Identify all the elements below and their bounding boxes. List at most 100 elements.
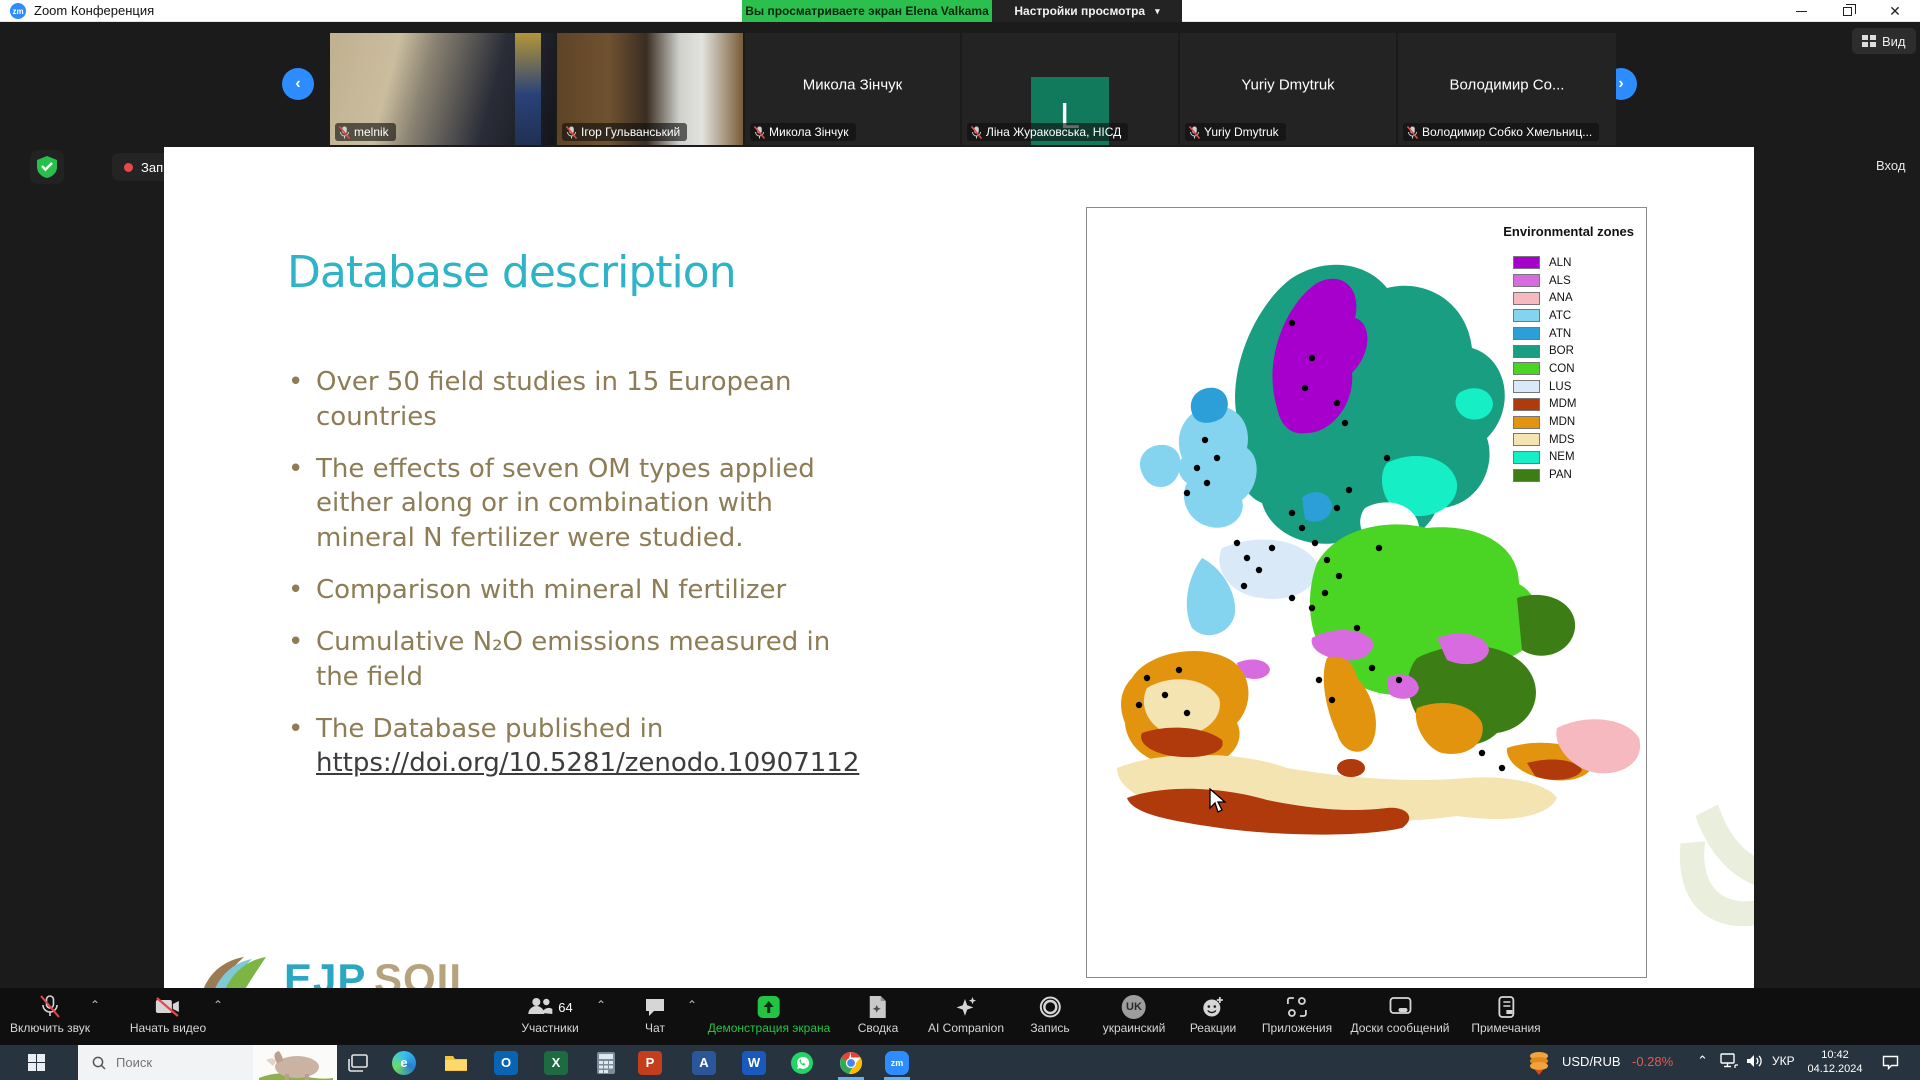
taskbar-search[interactable] — [78, 1045, 337, 1080]
whatsapp-icon[interactable] — [782, 1045, 822, 1080]
chat-label: Чат — [645, 1021, 665, 1035]
environmental-zones-map-panel: Environmental zones ALNALSANAATCATNBORCO… — [1086, 207, 1647, 978]
clock-time: 10:42 — [1802, 1048, 1868, 1062]
view-layout-button[interactable]: Вид — [1852, 28, 1916, 54]
share-screen-button[interactable]: Демонстрация экрана — [708, 994, 831, 1035]
legend-swatch — [1513, 398, 1540, 411]
scroll-left-button[interactable]: ‹ — [282, 68, 314, 100]
chrome-icon[interactable] — [831, 1045, 871, 1080]
notifications-icon[interactable] — [1882, 1055, 1899, 1075]
whiteboards-button[interactable]: Доски сообщений — [1350, 994, 1449, 1035]
entry-link[interactable]: Вход — [1876, 158, 1905, 173]
legend-row: ALS — [1513, 272, 1576, 290]
powerpoint-icon[interactable]: P — [630, 1045, 670, 1080]
ai-companion-label: AI Companion — [928, 1021, 1004, 1035]
search-input[interactable] — [114, 1054, 244, 1071]
interpretation-button[interactable]: UK украинский — [1103, 994, 1166, 1035]
legend-swatch — [1513, 292, 1540, 305]
legend-label: LUS — [1549, 381, 1571, 393]
participants-chevron[interactable]: ⌃ — [596, 998, 606, 1012]
legend-swatch — [1513, 433, 1540, 446]
participant-label: Ліна Жураковська, НІСД — [967, 123, 1128, 141]
leaf-logo-icon — [192, 949, 270, 988]
restore-button[interactable] — [1830, 0, 1864, 22]
network-icon[interactable] — [1720, 1053, 1738, 1074]
start-video-button[interactable]: Начать видео — [130, 994, 206, 1035]
search-highlight-image-rhino — [253, 1045, 337, 1080]
participant-display-name: Микола Зінчук — [745, 76, 960, 93]
chat-chevron[interactable]: ⌃ — [687, 998, 697, 1012]
view-settings-button[interactable]: Настройки просмотра ▾ — [992, 0, 1182, 22]
participant-tile-lina[interactable]: L Ліна Жураковська, НІСД — [962, 33, 1178, 145]
start-video-label: Начать видео — [130, 1021, 206, 1035]
participant-name: Володимир Собко Хмельниц... — [1422, 125, 1592, 139]
minimize-button[interactable] — [1784, 0, 1818, 22]
unmute-label: Включить звук — [10, 1021, 90, 1035]
task-view-icon[interactable] — [338, 1045, 378, 1080]
participant-label: Ігор Гульванський — [562, 123, 687, 141]
participant-label: Володимир Собко Хмельниц... — [1403, 123, 1599, 141]
legend-swatch — [1513, 362, 1540, 375]
participants-icon: 64 — [527, 994, 572, 1020]
reactions-label: Реакции — [1190, 1021, 1236, 1035]
participant-name: Ігор Гульванський — [581, 125, 680, 139]
grid-view-icon — [1862, 35, 1876, 47]
participant-tile-mykola[interactable]: Микола Зінчук Микола Зінчук — [745, 33, 960, 145]
participant-tile-yuriy[interactable]: Yuriy Dmytruk Yuriy Dmytruk — [1180, 33, 1396, 145]
taskbar-clock[interactable]: 10:42 04.12.2024 — [1802, 1048, 1868, 1076]
ticker-coin-icon[interactable] — [1522, 1045, 1556, 1080]
search-icon — [92, 1056, 106, 1070]
participant-tile-igor[interactable]: Ігор Гульванський — [557, 33, 743, 145]
logo-text-ejp: EJP — [284, 955, 366, 988]
ai-companion-button[interactable]: AI Companion — [928, 994, 1004, 1035]
file-explorer-icon[interactable] — [436, 1045, 476, 1080]
tray-expand-chevron[interactable]: ⌃ — [1697, 1053, 1708, 1069]
audio-options-chevron[interactable]: ⌃ — [90, 998, 100, 1012]
notes-button[interactable]: Примечания — [1471, 994, 1540, 1035]
record-circle-icon — [1038, 994, 1062, 1020]
zoom-app-icon: zm — [10, 3, 26, 19]
camera-off-icon — [155, 994, 181, 1020]
mic-muted-icon — [971, 126, 982, 139]
unmute-button[interactable]: Включить звук — [10, 994, 90, 1035]
close-button[interactable]: ✕ — [1878, 0, 1912, 22]
chat-button[interactable]: Чат — [644, 994, 666, 1035]
a-app-icon[interactable]: A — [684, 1045, 724, 1080]
chevron-down-icon: ▾ — [1155, 6, 1160, 17]
map-legend: ALNALSANAATCATNBORCONLUSMDMMDNMDSNEMPAN — [1513, 254, 1576, 484]
interpretation-badge: UK — [1122, 994, 1146, 1020]
excel-icon[interactable]: X — [536, 1045, 576, 1080]
summary-button[interactable]: Сводка — [858, 994, 899, 1035]
bullet-item: Comparison with mineral N fertilizer — [284, 573, 859, 608]
video-options-chevron[interactable]: ⌃ — [213, 998, 223, 1012]
record-button[interactable]: Запись — [1030, 994, 1069, 1035]
window-title: Zoom Конференция — [34, 3, 154, 18]
ticker-change[interactable]: -0.28% — [1632, 1054, 1673, 1069]
participants-button[interactable]: 64 Участники — [521, 994, 578, 1035]
whiteboard-icon — [1388, 994, 1412, 1020]
language-indicator[interactable]: УКР — [1772, 1054, 1795, 1068]
legend-row: MDM — [1513, 396, 1576, 414]
participant-tile-melnik[interactable]: melnik — [330, 33, 555, 145]
zoom-taskbar-icon[interactable]: zm — [877, 1045, 917, 1080]
legend-row: ANA — [1513, 289, 1576, 307]
legend-swatch — [1513, 345, 1540, 358]
legend-row: ALN — [1513, 254, 1576, 272]
participant-tile-volodymyr[interactable]: Володимир Со... Володимир Собко Хмельниц… — [1398, 33, 1616, 145]
outlook-icon[interactable]: O — [486, 1045, 526, 1080]
legend-label: ANA — [1549, 292, 1573, 304]
reactions-button[interactable]: Реакции — [1190, 994, 1236, 1035]
legend-swatch — [1513, 274, 1540, 287]
word-icon[interactable]: W — [734, 1045, 774, 1080]
ticker-pair[interactable]: USD/RUB — [1562, 1054, 1621, 1069]
calculator-icon[interactable] — [586, 1045, 626, 1080]
start-button[interactable] — [14, 1045, 58, 1080]
legend-label: MDN — [1549, 416, 1575, 428]
edge-icon[interactable]: e — [384, 1045, 424, 1080]
doi-link[interactable]: https://doi.org/10.5281/zenodo.10907112 — [316, 746, 859, 781]
security-shield-icon[interactable] — [30, 150, 64, 184]
participant-label: Yuriy Dmytruk — [1185, 123, 1286, 141]
volume-icon[interactable] — [1746, 1053, 1764, 1074]
apps-button[interactable]: Приложения — [1262, 994, 1332, 1035]
notes-label: Примечания — [1471, 1021, 1540, 1035]
